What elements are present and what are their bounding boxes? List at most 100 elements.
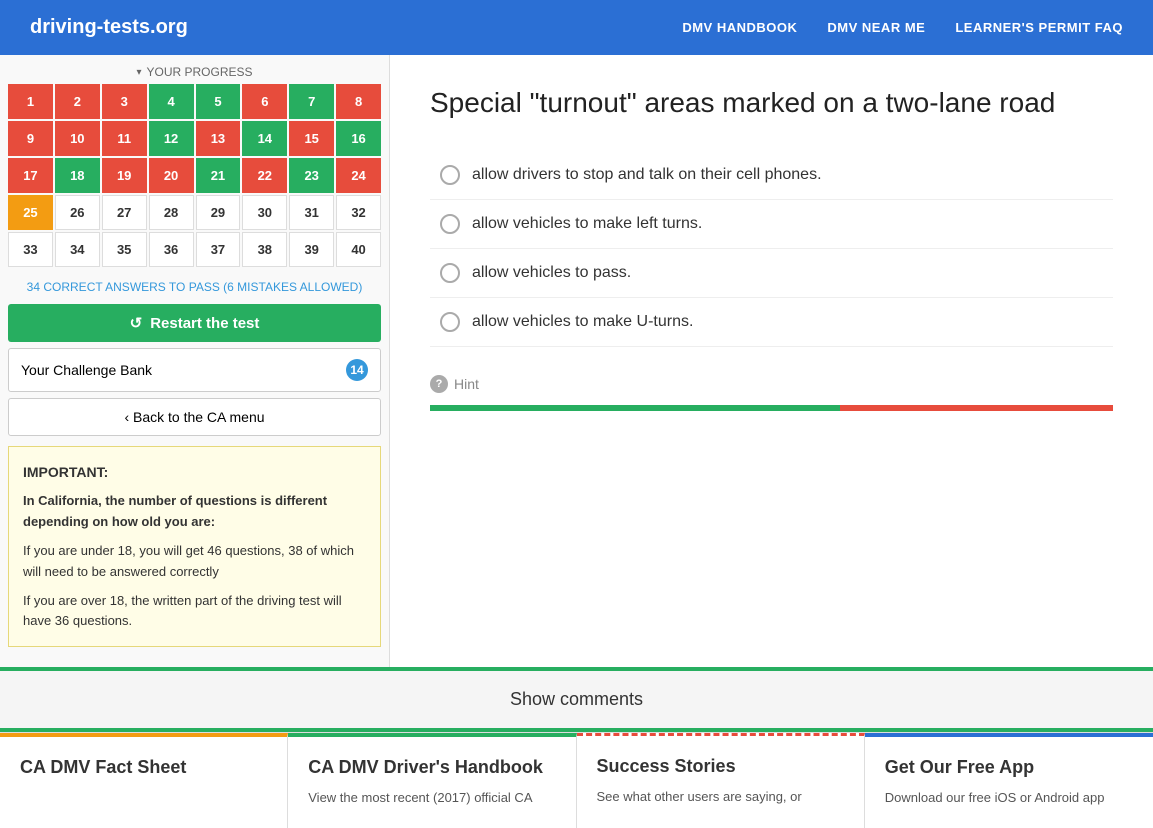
answer-option-d[interactable]: allow vehicles to make U-turns. — [430, 298, 1113, 347]
card-title-success-stories: Success Stories — [597, 756, 844, 777]
show-comments-button[interactable]: Show comments — [0, 667, 1153, 732]
grid-cell-36[interactable]: 36 — [149, 232, 194, 267]
grid-cell-11[interactable]: 11 — [102, 121, 147, 156]
answer-option-b[interactable]: allow vehicles to make left turns. — [430, 200, 1113, 249]
hint-icon: ? — [430, 375, 448, 393]
card-text-get-free-app: Download our free iOS or Android app — [885, 788, 1133, 808]
important-para2: If you are over 18, the written part of … — [23, 591, 366, 633]
back-label: ‹ Back to the CA menu — [124, 409, 264, 425]
card-title-get-free-app: Get Our Free App — [885, 757, 1133, 778]
challenge-bank-button[interactable]: Your Challenge Bank 14 — [8, 348, 381, 392]
grid-cell-6[interactable]: 6 — [242, 84, 287, 119]
grid-cell-23[interactable]: 23 — [289, 158, 334, 193]
grid-cell-12[interactable]: 12 — [149, 121, 194, 156]
grid-cell-30[interactable]: 30 — [242, 195, 287, 230]
nav-dmv-near-me[interactable]: DMV NEAR ME — [827, 20, 925, 35]
main-container: ▾ YOUR PROGRESS 123456789101112131415161… — [0, 55, 1153, 667]
important-bold-text: In California, the number of questions i… — [23, 491, 366, 533]
hint-button[interactable]: ? Hint — [430, 367, 1113, 401]
grid-cell-33[interactable]: 33 — [8, 232, 53, 267]
bottom-cards: CA DMV Fact Sheet CA DMV Driver's Handboo… — [0, 732, 1153, 828]
grid-cell-34[interactable]: 34 — [55, 232, 100, 267]
grid-cell-29[interactable]: 29 — [196, 195, 241, 230]
grid-cell-40[interactable]: 40 — [336, 232, 381, 267]
bottom-card-get-free-app[interactable]: Get Our Free App Download our free iOS or… — [865, 733, 1153, 828]
grid-cell-3[interactable]: 3 — [102, 84, 147, 119]
important-label: IMPORTANT: — [23, 461, 366, 483]
grid-cell-13[interactable]: 13 — [196, 121, 241, 156]
answer-option-a[interactable]: allow drivers to stop and talk on their … — [430, 151, 1113, 200]
nav-dmv-handbook[interactable]: DMV HANDBOOK — [682, 20, 797, 35]
hint-label: Hint — [454, 376, 479, 392]
grid-cell-2[interactable]: 2 — [55, 84, 100, 119]
progress-header: ▾ YOUR PROGRESS — [0, 55, 389, 84]
important-para1: If you are under 18, you will get 46 que… — [23, 541, 366, 583]
progress-bar-fill — [430, 405, 840, 411]
grid-cell-21[interactable]: 21 — [196, 158, 241, 193]
card-text-success-stories: See what other users are saying, or — [597, 787, 844, 807]
chevron-down-icon: ▾ — [136, 67, 141, 78]
grid-cell-39[interactable]: 39 — [289, 232, 334, 267]
question-grid: 1234567891011121314151617181920212223242… — [0, 84, 389, 275]
grid-cell-38[interactable]: 38 — [242, 232, 287, 267]
grid-cell-17[interactable]: 17 — [8, 158, 53, 193]
card-title-ca-dmv-fact-sheet: CA DMV Fact Sheet — [20, 757, 267, 778]
site-logo[interactable]: driving-tests.org — [30, 16, 188, 39]
grid-cell-27[interactable]: 27 — [102, 195, 147, 230]
grid-cell-8[interactable]: 8 — [336, 84, 381, 119]
answer-option-c[interactable]: allow vehicles to pass. — [430, 249, 1113, 298]
grid-cell-31[interactable]: 31 — [289, 195, 334, 230]
main-content: Special "turnout" areas marked on a two-… — [390, 55, 1153, 667]
bottom-card-ca-dmv-fact-sheet[interactable]: CA DMV Fact Sheet — [0, 733, 288, 828]
grid-cell-9[interactable]: 9 — [8, 121, 53, 156]
restart-icon: ↺ — [130, 314, 143, 332]
grid-cell-24[interactable]: 24 — [336, 158, 381, 193]
header-nav: DMV HANDBOOK DMV NEAR ME LEARNER'S PERMI… — [682, 20, 1123, 35]
challenge-bank-label: Your Challenge Bank — [21, 362, 152, 378]
restart-button[interactable]: ↺ Restart the test — [8, 304, 381, 342]
grid-cell-14[interactable]: 14 — [242, 121, 287, 156]
back-to-menu-button[interactable]: ‹ Back to the CA menu — [8, 398, 381, 436]
important-box: IMPORTANT: In California, the number of … — [8, 446, 381, 647]
progress-bar — [430, 405, 1113, 411]
pass-info: 34 CORRECT ANSWERS TO PASS (6 MISTAKES A… — [0, 275, 389, 304]
answer-text-b: allow vehicles to make left turns. — [472, 215, 702, 233]
question-title: Special "turnout" areas marked on a two-… — [430, 85, 1113, 121]
grid-cell-16[interactable]: 16 — [336, 121, 381, 156]
answer-text-a: allow drivers to stop and talk on their … — [472, 166, 822, 184]
radio-a — [440, 165, 460, 185]
grid-cell-26[interactable]: 26 — [55, 195, 100, 230]
grid-cell-37[interactable]: 37 — [196, 232, 241, 267]
grid-cell-1[interactable]: 1 — [8, 84, 53, 119]
card-title-ca-dmv-drivers-handbook: CA DMV Driver's Handbook — [308, 757, 555, 778]
grid-cell-35[interactable]: 35 — [102, 232, 147, 267]
sidebar: ▾ YOUR PROGRESS 123456789101112131415161… — [0, 55, 390, 667]
restart-label: Restart the test — [150, 315, 259, 332]
show-comments-label: Show comments — [510, 689, 643, 709]
radio-d — [440, 312, 460, 332]
radio-c — [440, 263, 460, 283]
grid-cell-10[interactable]: 10 — [55, 121, 100, 156]
answer-text-d: allow vehicles to make U-turns. — [472, 313, 693, 331]
bottom-card-success-stories[interactable]: Success Stories See what other users are … — [577, 733, 865, 828]
grid-cell-4[interactable]: 4 — [149, 84, 194, 119]
grid-cell-5[interactable]: 5 — [196, 84, 241, 119]
grid-cell-25[interactable]: 25 — [8, 195, 53, 230]
grid-cell-20[interactable]: 20 — [149, 158, 194, 193]
grid-cell-18[interactable]: 18 — [55, 158, 100, 193]
grid-cell-32[interactable]: 32 — [336, 195, 381, 230]
radio-b — [440, 214, 460, 234]
header: driving-tests.org DMV HANDBOOK DMV NEAR … — [0, 0, 1153, 55]
answer-options: allow drivers to stop and talk on their … — [430, 151, 1113, 347]
answer-text-c: allow vehicles to pass. — [472, 264, 631, 282]
challenge-bank-badge: 14 — [346, 359, 368, 381]
bottom-card-ca-dmv-drivers-handbook[interactable]: CA DMV Driver's Handbook View the most re… — [288, 733, 576, 828]
card-text-ca-dmv-drivers-handbook: View the most recent (2017) official CA — [308, 788, 555, 808]
grid-cell-28[interactable]: 28 — [149, 195, 194, 230]
grid-cell-22[interactable]: 22 — [242, 158, 287, 193]
grid-cell-19[interactable]: 19 — [102, 158, 147, 193]
progress-label: YOUR PROGRESS — [147, 65, 253, 79]
grid-cell-7[interactable]: 7 — [289, 84, 334, 119]
nav-learners-permit-faq[interactable]: LEARNER'S PERMIT FAQ — [955, 20, 1123, 35]
grid-cell-15[interactable]: 15 — [289, 121, 334, 156]
